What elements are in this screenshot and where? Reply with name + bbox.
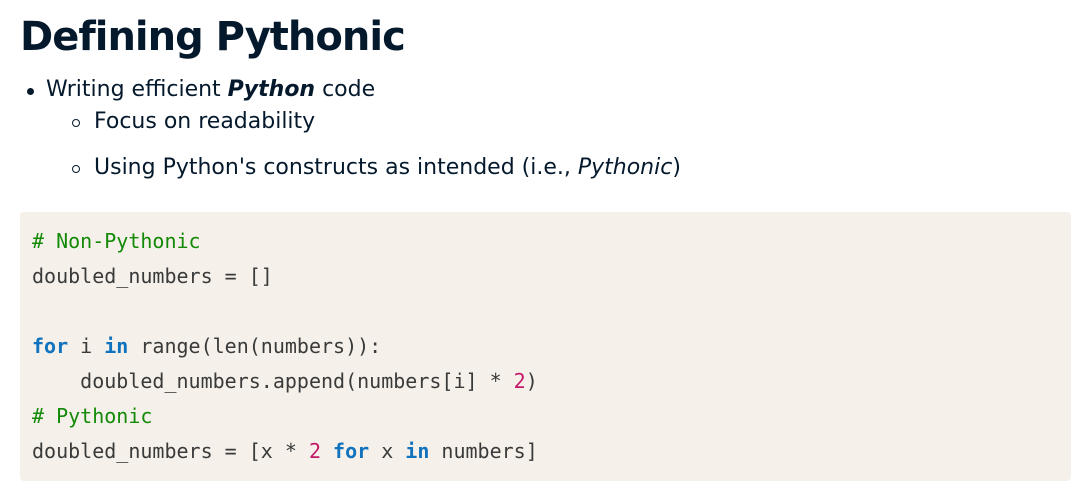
sub-bullet-text: Focus on readability — [94, 109, 316, 134]
code-keyword-for: for — [32, 334, 69, 358]
bullet-text-prefix: Writing efficient — [46, 77, 228, 102]
code-line-init-list: doubled_numbers = [] — [32, 259, 1059, 294]
code-line-append: doubled_numbers.append(numbers[i] * 2) — [32, 364, 1059, 399]
code-keyword-in: in — [104, 334, 129, 358]
sub-bullet-text-prefix: Using Python's constructs as intended (i… — [94, 155, 578, 180]
code-number: 2 — [513, 369, 526, 393]
code-line-for-loop: for i in range(len(numbers)): — [32, 329, 1059, 364]
sub-bullet-text-emphasis: Pythonic — [577, 155, 673, 180]
code-comment: # Non-Pythonic — [32, 229, 201, 253]
code-text: numbers] — [429, 439, 538, 463]
code-line-list-comprehension: doubled_numbers = [x * 2 for x in number… — [32, 434, 1059, 469]
code-keyword-for: for — [333, 439, 370, 463]
bullet-list: Writing efficient Python code Focus on r… — [24, 74, 681, 184]
code-line-comment-non-pythonic: # Non-Pythonic — [32, 224, 1059, 259]
bullet-writing-efficient-python: Writing efficient Python code Focus on r… — [24, 74, 681, 184]
code-text: i — [68, 334, 105, 358]
code-block: # Non-Pythonic doubled_numbers = [] for … — [20, 212, 1071, 481]
code-text: doubled_numbers.append(numbers[i] * — [80, 369, 514, 393]
code-line-comment-pythonic: # Pythonic — [32, 399, 1059, 434]
sub-bullet-readability: Focus on readability — [68, 106, 681, 138]
code-text: doubled_numbers = [] — [32, 264, 273, 288]
sub-bullet-pythonic-constructs: Using Python's constructs as intended (i… — [68, 152, 681, 184]
code-comment: # Pythonic — [32, 404, 153, 428]
sub-bullet-list: Focus on readability Using Python's cons… — [46, 106, 681, 184]
code-text: range(len(numbers)): — [128, 334, 382, 358]
code-text: ) — [525, 369, 538, 393]
sub-bullet-text-suffix: ) — [672, 155, 681, 180]
code-text: x — [369, 439, 406, 463]
code-text: doubled_numbers = [x * — [32, 439, 309, 463]
bullet-text-suffix: code — [315, 77, 376, 102]
bullet-text-emphasis: Python — [227, 77, 316, 102]
code-keyword-in: in — [405, 439, 430, 463]
page-title: Defining Pythonic — [20, 14, 406, 60]
code-number: 2 — [308, 439, 321, 463]
